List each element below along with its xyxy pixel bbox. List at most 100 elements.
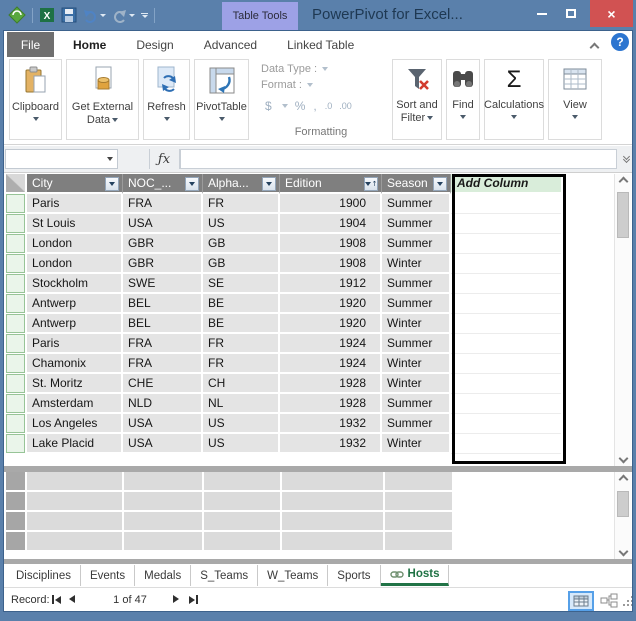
row-header[interactable]: [6, 374, 27, 394]
tab-design[interactable]: Design: [121, 32, 188, 57]
row-header[interactable]: [6, 354, 27, 374]
next-record-button[interactable]: [173, 595, 179, 603]
cell[interactable]: Winter: [382, 374, 451, 394]
row-header[interactable]: [6, 314, 27, 334]
calc-cell[interactable]: [281, 472, 385, 492]
calc-vertical-scrollbar[interactable]: [614, 472, 631, 559]
cell[interactable]: Winter: [382, 314, 451, 334]
clipboard-button[interactable]: Clipboard: [9, 59, 62, 140]
add-column-cell[interactable]: [451, 334, 561, 354]
sort-and-filter-button[interactable]: Sort and Filter: [392, 59, 442, 140]
cell[interactable]: 1908: [280, 254, 382, 274]
calc-cell[interactable]: [123, 472, 205, 492]
cell[interactable]: US: [203, 434, 280, 454]
cell[interactable]: Summer: [382, 334, 451, 354]
sheet-tab-events[interactable]: Events: [81, 565, 136, 586]
cell[interactable]: Lake Placid: [27, 434, 123, 454]
calc-cell[interactable]: [281, 512, 385, 532]
get-external-data-button[interactable]: Get External Data: [66, 59, 139, 140]
add-column-cell[interactable]: [451, 374, 561, 394]
cell[interactable]: BEL: [123, 294, 203, 314]
column-header-season[interactable]: Season: [382, 174, 451, 194]
cell[interactable]: USA: [123, 214, 203, 234]
add-column-cell[interactable]: [451, 234, 561, 254]
cell[interactable]: Stockholm: [27, 274, 123, 294]
excel-icon[interactable]: X: [39, 7, 55, 23]
cell[interactable]: NLD: [123, 394, 203, 414]
previous-record-button[interactable]: [69, 595, 75, 603]
view-button[interactable]: View: [548, 59, 602, 140]
name-box[interactable]: [5, 149, 118, 169]
add-column-cell[interactable]: [451, 254, 561, 274]
row-header[interactable]: [6, 234, 27, 254]
cell[interactable]: USA: [123, 434, 203, 454]
calc-cell[interactable]: [281, 492, 385, 512]
filter-button[interactable]: [262, 177, 276, 191]
cell[interactable]: 1908: [280, 234, 382, 254]
cell[interactable]: Paris: [27, 334, 123, 354]
calc-row-header[interactable]: [6, 472, 28, 492]
column-header-city[interactable]: City: [27, 174, 123, 194]
customize-qat-button[interactable]: [141, 12, 148, 18]
cell[interactable]: FRA: [123, 194, 203, 214]
row-header[interactable]: [6, 394, 27, 414]
calc-cell[interactable]: [384, 512, 454, 532]
row-header[interactable]: [6, 254, 27, 274]
last-record-button[interactable]: [189, 595, 198, 604]
add-column-cell[interactable]: [451, 414, 561, 434]
cell[interactable]: Los Angeles: [27, 414, 123, 434]
pivottable-button[interactable]: PivotTable: [194, 59, 249, 140]
sheet-tab-s-teams[interactable]: S_Teams: [191, 565, 259, 586]
calc-cell[interactable]: [384, 492, 454, 512]
calc-cell[interactable]: [123, 492, 205, 512]
cell[interactable]: 1928: [280, 374, 382, 394]
add-column-cell[interactable]: [451, 214, 561, 234]
add-column-cell[interactable]: [451, 294, 561, 314]
cell[interactable]: Summer: [382, 274, 451, 294]
calc-cell[interactable]: [204, 472, 282, 492]
cell[interactable]: London: [27, 234, 123, 254]
cell[interactable]: 1912: [280, 274, 382, 294]
calc-cell[interactable]: [384, 532, 454, 552]
add-column-cell[interactable]: [451, 434, 561, 454]
resize-grip[interactable]: [623, 596, 633, 606]
scroll-up-button[interactable]: [615, 472, 631, 487]
filter-button[interactable]: [185, 177, 199, 191]
calc-cell[interactable]: [204, 512, 282, 532]
help-button[interactable]: ?: [611, 33, 629, 51]
calc-cell[interactable]: [27, 512, 124, 532]
undo-dropdown-caret[interactable]: [100, 13, 106, 17]
scroll-down-button[interactable]: [615, 544, 631, 559]
cell[interactable]: Antwerp: [27, 314, 123, 334]
tab-advanced[interactable]: Advanced: [189, 32, 272, 57]
formula-input[interactable]: [180, 149, 617, 169]
cell[interactable]: USA: [123, 414, 203, 434]
calc-cell[interactable]: [123, 532, 205, 552]
calc-cell[interactable]: [204, 492, 282, 512]
save-icon[interactable]: [61, 7, 77, 23]
grid-vertical-scrollbar[interactable]: [614, 174, 631, 466]
calc-row-header[interactable]: [6, 532, 28, 552]
add-column-cell[interactable]: [451, 194, 561, 214]
calc-cell[interactable]: [27, 532, 124, 552]
cell[interactable]: 1928: [280, 394, 382, 414]
diagram-view-button[interactable]: [599, 591, 619, 611]
calc-cell[interactable]: [123, 512, 205, 532]
cell[interactable]: US: [203, 414, 280, 434]
cell[interactable]: CH: [203, 374, 280, 394]
cell[interactable]: NL: [203, 394, 280, 414]
scroll-down-button[interactable]: [615, 451, 631, 466]
cell[interactable]: 1920: [280, 314, 382, 334]
column-header-edition[interactable]: Edition ↑: [280, 174, 382, 194]
filter-button[interactable]: [433, 177, 447, 191]
cell[interactable]: GB: [203, 254, 280, 274]
calc-cell[interactable]: [384, 472, 454, 492]
cell[interactable]: Winter: [382, 434, 451, 454]
sheet-tab-disciplines[interactable]: Disciplines: [7, 565, 81, 586]
row-header[interactable]: [6, 214, 27, 234]
sheet-tab-hosts[interactable]: Hosts: [380, 565, 450, 586]
cell[interactable]: GBR: [123, 234, 203, 254]
row-header[interactable]: [6, 294, 27, 314]
refresh-button[interactable]: Refresh: [143, 59, 190, 140]
cell[interactable]: Summer: [382, 234, 451, 254]
